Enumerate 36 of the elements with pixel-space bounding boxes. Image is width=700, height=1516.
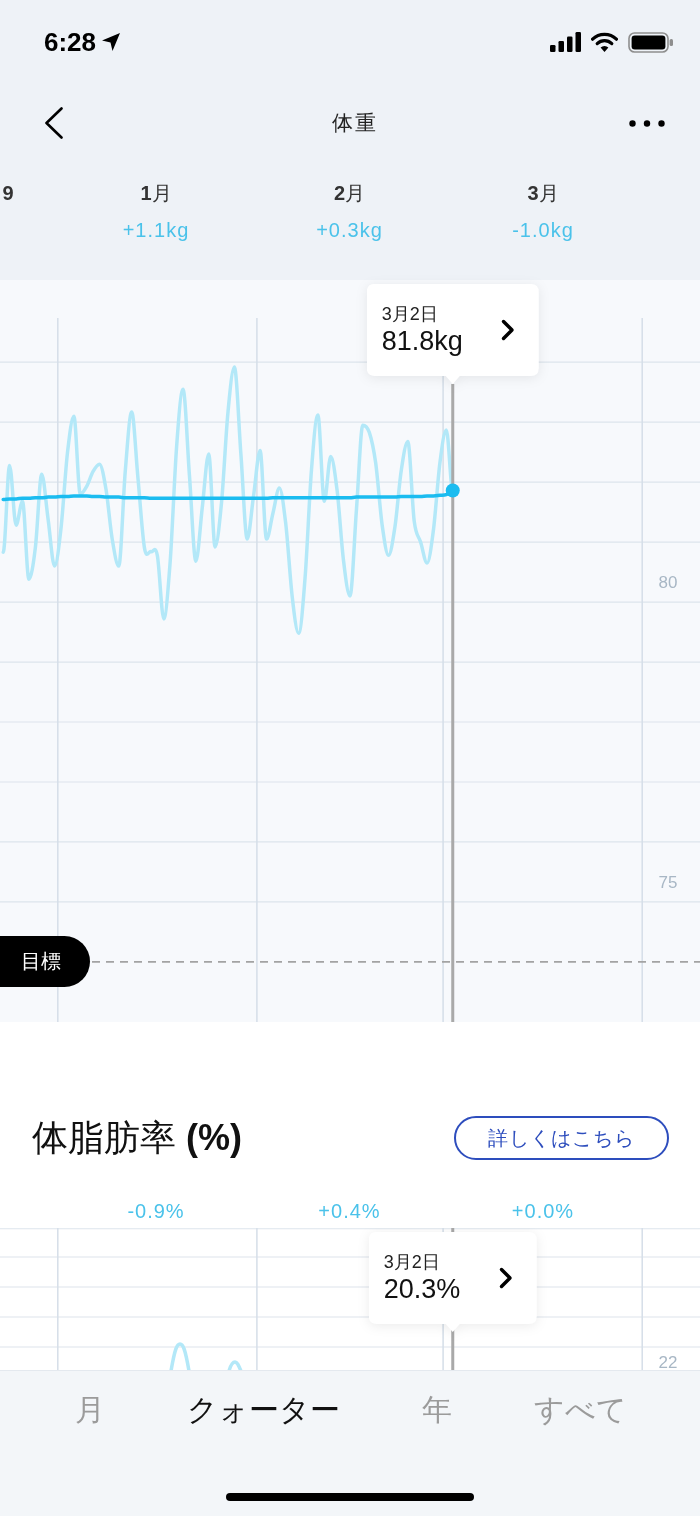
change-value: +0.3kg [316,218,383,242]
month-label: 2月 [333,181,366,205]
goal-label: 目標 [0,936,90,988]
change-value: +1.1kg [122,218,190,242]
month-label: 1月 [140,181,172,205]
selected-point [445,483,460,498]
change-value: +0.0% [511,1199,575,1223]
change-value: +0.4% [318,1199,381,1223]
axis-label: 75 [658,872,678,892]
tooltip-value: 81.8kg [381,325,463,357]
location-arrow-icon [102,33,121,51]
change-value: -1.0kg [512,218,574,242]
status-time: 6:28 [44,27,97,57]
chevron-right-icon [498,1267,513,1289]
wifi-icon [591,32,618,52]
tooltip-date: 3月2日 [383,1251,441,1273]
section-title: 体脂肪率 (%) [32,1116,242,1160]
more-icon [629,119,665,127]
back-button[interactable] [44,107,63,139]
tooltip-card[interactable]: 3月2日 20.3% [368,1232,537,1332]
month-label: 3月 [527,181,559,205]
more-button[interactable] [629,119,665,127]
page-title: 体重 [331,110,378,136]
chevron-left-icon [44,107,63,139]
chevron-right-icon [500,319,515,341]
battery-icon [628,31,673,53]
change-value: -0.9% [127,1199,185,1223]
axis-label: 80 [658,573,678,593]
signal-icon [550,32,581,52]
tooltip-card[interactable]: 3月2日 81.8kg [366,284,539,384]
details-button[interactable]: 詳しくはこちら [454,1116,669,1160]
tooltip-date: 3月2日 [381,303,439,325]
period-tab[interactable]: クォーター [187,1390,340,1430]
month-label: 9 [2,181,14,205]
tooltip-value: 20.3% [383,1273,461,1305]
axis-label: 22 [658,1353,678,1370]
